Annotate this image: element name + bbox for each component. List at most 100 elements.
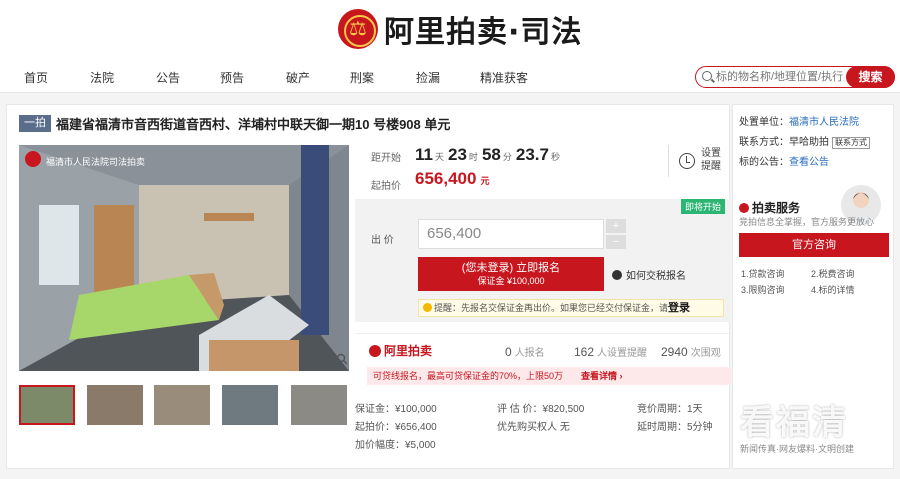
contact-button[interactable]: 联系方式 <box>832 137 870 149</box>
nav-preview[interactable]: 预告 <box>220 69 244 86</box>
info-icon <box>612 269 622 280</box>
bid-stepper: + − <box>606 219 626 249</box>
appraisal-info: 评 估 价：¥820,500 <box>497 404 585 415</box>
bid-area: 即将开始 出 价 656,400 + − (您未登录) 立即报名 保证金 ¥10… <box>355 199 731 322</box>
handler-label: 处置单位： <box>739 117 789 128</box>
auction-round-tag: 一拍 <box>19 114 51 132</box>
priority-label: 优先购买权人 <box>497 422 557 433</box>
howto-link[interactable]: 如何交税报名 <box>612 267 686 282</box>
ali-auction-icon <box>369 344 381 357</box>
official-consult-button[interactable]: 官方咨询 <box>739 233 889 257</box>
priority-value: 无 <box>559 422 570 433</box>
countdown-hours: 23 <box>448 145 467 164</box>
start-price-value: 656,400 <box>415 169 477 188</box>
thumbnail-2[interactable] <box>87 385 143 425</box>
countdown-minutes: 58 <box>481 145 501 164</box>
lot-main-photo[interactable]: 福清市人民法院司法拍卖 <box>19 145 349 371</box>
extension-info: 延时周期：5分钟 <box>637 422 713 433</box>
thumbnail-strip <box>19 385 349 429</box>
decrease-bid-button[interactable]: − <box>606 235 626 249</box>
service-title-text: 拍卖服务 <box>752 201 801 215</box>
nav-criminal[interactable]: 刑案 <box>350 69 374 86</box>
handler-link[interactable]: 福清市人民法院 <box>789 117 859 128</box>
remind-label: 设置提醒 <box>701 148 721 172</box>
service-loan[interactable]: 1.贷款咨询 <box>741 267 785 280</box>
nav-bankruptcy[interactable]: 破产 <box>286 69 310 86</box>
start-price-info: 起拍价：¥656,400 <box>355 422 437 433</box>
service-tax[interactable]: 2.税费咨询 <box>811 267 855 280</box>
bid-label: 出 价 <box>371 235 394 246</box>
zoom-icon[interactable] <box>336 353 348 365</box>
alarm-clock-icon <box>679 153 695 169</box>
notice-row: 标的公告：查看公告 <box>739 153 829 168</box>
photo-watermark: 福清市人民法院司法拍卖 <box>46 157 146 167</box>
nav-precise[interactable]: 精准获客 <box>480 69 528 86</box>
countdown-label: 距开始 <box>371 153 401 164</box>
signup-count-value: 0 <box>505 345 512 359</box>
tip-text: 提醒：先报名交保证金再出价。如果您已经交付保证金，请 <box>434 303 669 313</box>
countdown-minutes-unit: 分 <box>502 152 512 162</box>
service-icon <box>739 202 749 213</box>
logo-text: 阿里拍卖·司法 <box>384 15 583 50</box>
countdown-seconds: 23.7 <box>515 145 549 164</box>
service-restriction[interactable]: 3.限购咨询 <box>741 283 785 296</box>
nav-bargain[interactable]: 捡漏 <box>416 69 440 86</box>
view-count-value: 2940 <box>661 345 688 359</box>
room-photo-illustration <box>19 145 349 371</box>
signup-deposit: 保证金 ¥100,000 <box>477 276 545 286</box>
lot-title: 福建省福清市音西街道音西村、洋埔村中联天御一期10 号楼908 单元 <box>56 116 451 132</box>
service-details[interactable]: 4.标的详情 <box>811 283 855 296</box>
countdown-days: 11 <box>415 145 433 164</box>
bid-period-info: 竞价周期：1天 <box>637 404 703 415</box>
increase-bid-button[interactable]: + <box>606 219 626 233</box>
loan-text: 可贷线报名，最高可贷保证金的70%，上限50万 <box>373 371 564 381</box>
reminder-count-value: 162 <box>574 345 595 359</box>
media-watermark-sub: 新闻传真·网友爆料·文明创建 <box>740 444 854 454</box>
start-price: 656,400 元 <box>415 169 489 189</box>
signup-button[interactable]: (您未登录) 立即报名 保证金 ¥100,000 <box>418 257 604 291</box>
howto-label: 如何交税报名 <box>626 271 686 282</box>
deposit-info: 保证金：¥100,000 <box>355 404 437 415</box>
search-input[interactable] <box>716 70 844 84</box>
lot-title-row: 一拍 福建省福清市音西街道音西村、洋埔村中联天御一期10 号楼908 单元 <box>19 114 450 132</box>
start-price-unit: 元 <box>480 176 490 186</box>
nav-announcement[interactable]: 公告 <box>156 69 180 86</box>
login-tip: 提醒：先报名交保证金再出价。如果您已经交付保证金，请登录 <box>418 299 724 317</box>
view-count: 2940 次围观 <box>661 344 721 359</box>
set-reminder-button[interactable]: 设置提醒 <box>668 145 721 177</box>
start-price-label: 起拍价 <box>371 181 401 192</box>
reminder-count: 162 人设置提醒 <box>574 344 647 359</box>
service-title: 拍卖服务 <box>739 199 800 216</box>
site-logo[interactable]: 阿里拍卖·司法 <box>338 8 582 50</box>
thumbnail-5[interactable] <box>291 385 347 425</box>
notice-link[interactable]: 查看公告 <box>789 157 829 168</box>
countdown-hours-unit: 时 <box>468 152 478 162</box>
login-link[interactable]: 登录 <box>668 302 690 314</box>
loan-details-link[interactable]: 查看详情 › <box>581 367 623 385</box>
contact-row: 联系方式：早哈助拍 联系方式 <box>739 133 870 149</box>
notice-label: 标的公告： <box>739 157 789 168</box>
loan-banner: 可贷线报名，最高可贷保证金的70%，上限50万 查看详情 › <box>367 367 731 385</box>
search-button[interactable]: 搜索 <box>846 66 895 88</box>
timer-area: 距开始 11 天 23 时 58 分 23.7 秒 起拍价 656,400 元 设置提醒 <box>355 141 721 197</box>
service-subtitle: 竞拍信息全掌握，官方服务更放心 <box>739 217 875 227</box>
signup-label: (您未登录) 立即报名 <box>461 262 561 274</box>
thumbnail-3[interactable] <box>154 385 210 425</box>
bulb-icon <box>423 303 432 312</box>
nav-court[interactable]: 法院 <box>90 69 114 86</box>
increment-info: 加价幅度：¥5,000 <box>355 440 436 451</box>
nav-home[interactable]: 首页 <box>24 69 48 86</box>
stats-bar: 阿里拍卖 0 人报名 162 人设置提醒 2940 次围观 可贷线报名，最高可贷保证金… <box>355 333 731 385</box>
countdown-days-unit: 天 <box>434 152 444 162</box>
thumbnail-4[interactable] <box>222 385 278 425</box>
media-watermark: 看福清 <box>740 404 848 442</box>
bid-amount-field[interactable]: 656,400 <box>418 219 604 249</box>
contact-label: 联系方式： <box>739 137 789 148</box>
court-emblem-icon <box>338 9 378 49</box>
signup-count: 0 人报名 <box>505 344 545 359</box>
countdown-seconds-unit: 秒 <box>550 152 560 162</box>
handler-row: 处置单位：福清市人民法院 <box>739 113 859 128</box>
search-bar: 搜索 <box>695 66 895 88</box>
thumbnail-1[interactable] <box>19 385 75 425</box>
contact-value: 早哈助拍 <box>789 137 829 148</box>
